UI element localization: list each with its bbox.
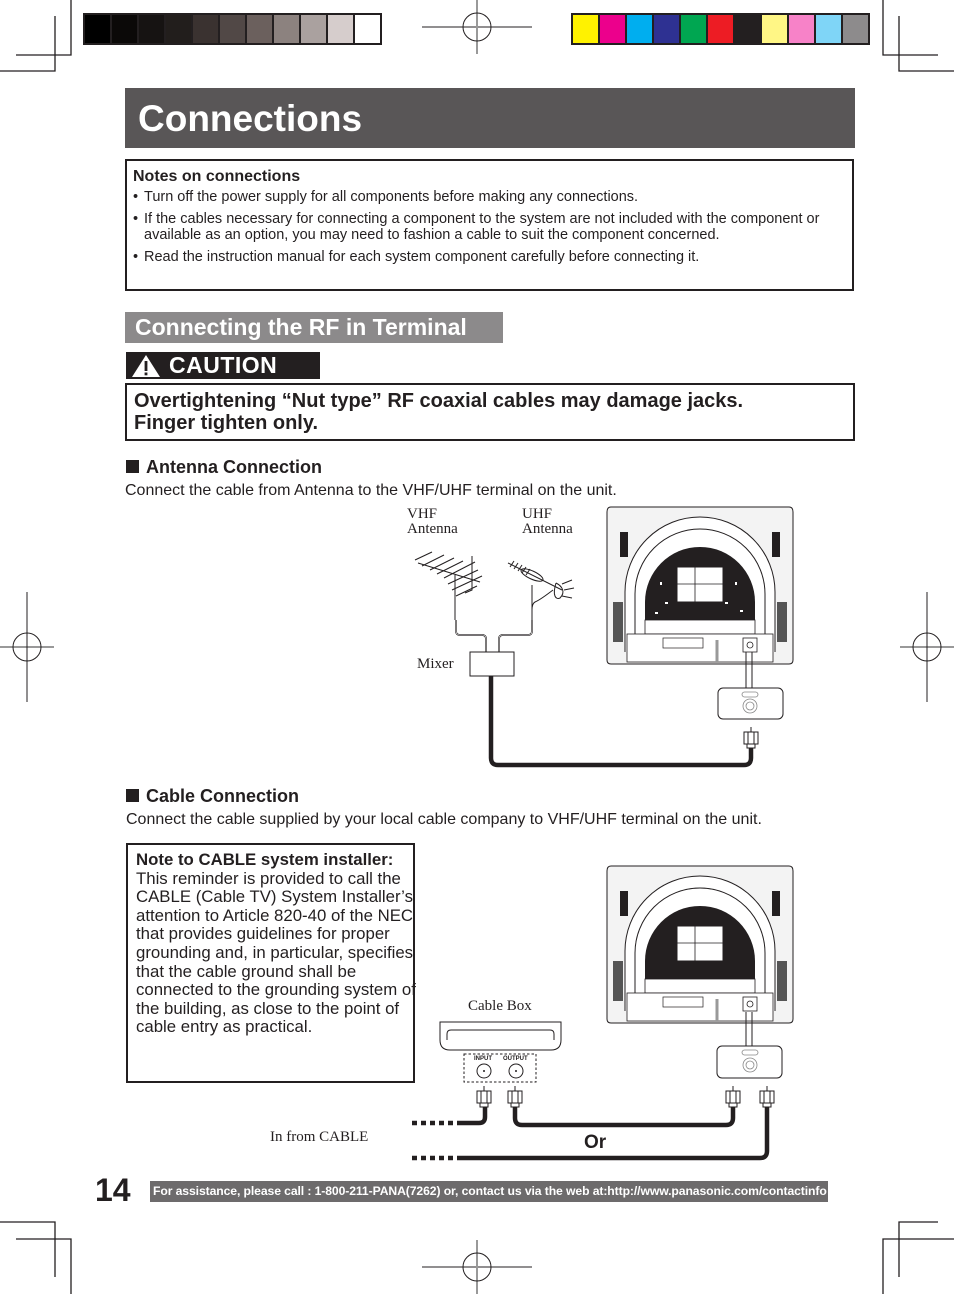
antenna-heading: Antenna Connection — [126, 457, 322, 478]
color-swatch — [762, 15, 787, 43]
crop-mark-top-right — [882, 0, 938, 56]
output-port-label: OUTPUT — [503, 1056, 528, 1062]
process-color-bar — [571, 13, 870, 45]
mixer-label: Mixer — [417, 656, 454, 672]
registration-target-right — [900, 592, 954, 702]
installer-note-body: This reminder is provided to call the CA… — [136, 868, 416, 1037]
cable-box-label: Cable Box — [468, 998, 532, 1014]
vhf-antenna-label: VHF Antenna — [407, 506, 458, 537]
color-swatch — [220, 15, 245, 43]
notes-item: Turn off the power supply for all compon… — [133, 189, 833, 206]
assistance-bar: For assistance, please call : 1-800-211-… — [150, 1181, 828, 1202]
color-swatch — [355, 15, 380, 43]
color-swatch — [274, 15, 299, 43]
color-swatch — [600, 15, 625, 43]
caution-line-2: Finger tighten only. — [134, 412, 319, 434]
notes-list: Turn off the power supply for all compon… — [133, 189, 833, 270]
crop-mark-top-left — [16, 0, 72, 56]
notes-item: If the cables necessary for connecting a… — [133, 211, 833, 244]
tv-rear-panel-top — [606, 506, 794, 665]
crop-mark-bottom-right — [898, 1221, 938, 1277]
antenna-description: Connect the cable from Antenna to the VH… — [125, 482, 617, 499]
color-swatch — [193, 15, 218, 43]
square-bullet-icon — [126, 789, 139, 802]
registration-target-left — [0, 592, 54, 702]
color-swatch — [85, 15, 110, 43]
crop-mark-bottom-left — [16, 1238, 72, 1294]
in-from-cable-label: In from CABLE — [270, 1129, 369, 1145]
notes-title: Notes on connections — [133, 168, 301, 185]
color-swatch — [328, 15, 353, 43]
page-title-bar: Connections — [125, 88, 855, 148]
antenna-heading-text: Antenna Connection — [146, 457, 322, 477]
crop-mark-top-left-inner — [0, 16, 56, 72]
cable-heading-text: Cable Connection — [146, 786, 300, 806]
color-swatch — [789, 15, 814, 43]
color-swatch — [681, 15, 706, 43]
page-number: 14 — [95, 1172, 131, 1208]
caution-line-1: Overtightening “Nut type” RF coaxial cab… — [134, 390, 744, 412]
color-swatch — [112, 15, 137, 43]
notes-box: Notes on connections Turn off the power … — [125, 159, 854, 291]
warning-triangle-icon — [132, 355, 160, 377]
caution-text: CAUTION — [169, 352, 278, 378]
uhf-antenna-label: UHF Antenna — [522, 506, 573, 537]
installer-note-title: Note to CABLE system installer: — [136, 850, 394, 869]
caution-label: CAUTION — [126, 352, 320, 379]
input-port-label: INPUT — [474, 1056, 492, 1062]
color-swatch — [301, 15, 326, 43]
color-swatch — [816, 15, 841, 43]
installer-note-box: Note to CABLE system installer: This remi… — [126, 843, 416, 1083]
crop-mark-top-right-inner — [898, 16, 954, 72]
page-title: Connections — [138, 98, 363, 139]
color-swatch — [247, 15, 272, 43]
or-label: Or — [584, 1132, 607, 1153]
tv-rear-panel-bottom — [606, 865, 794, 1024]
grayscale-color-bar — [83, 13, 382, 45]
cable-description: Connect the cable supplied by your local… — [126, 811, 762, 828]
color-swatch — [735, 15, 760, 43]
registration-target-top — [422, 0, 532, 54]
square-bullet-icon — [126, 460, 139, 473]
notes-item: Read the instruction manual for each sys… — [133, 249, 833, 266]
color-swatch — [166, 15, 191, 43]
crop-mark-bottom-left-inner — [0, 1221, 56, 1277]
color-swatch — [843, 15, 868, 43]
color-swatch — [573, 15, 598, 43]
color-swatch — [627, 15, 652, 43]
color-swatch — [139, 15, 164, 43]
caution-message-box: Overtightening “Nut type” RF coaxial cab… — [125, 383, 855, 441]
crop-mark-bottom-right-inner — [882, 1238, 954, 1294]
section-title: Connecting the RF in Terminal — [135, 314, 467, 340]
section-title-bar: Connecting the RF in Terminal — [125, 312, 503, 343]
registration-target-bottom — [422, 1240, 532, 1294]
color-swatch — [654, 15, 679, 43]
cable-heading: Cable Connection — [126, 786, 299, 807]
color-swatch — [708, 15, 733, 43]
assistance-text: For assistance, please call : 1-800-211-… — [153, 1184, 827, 1198]
